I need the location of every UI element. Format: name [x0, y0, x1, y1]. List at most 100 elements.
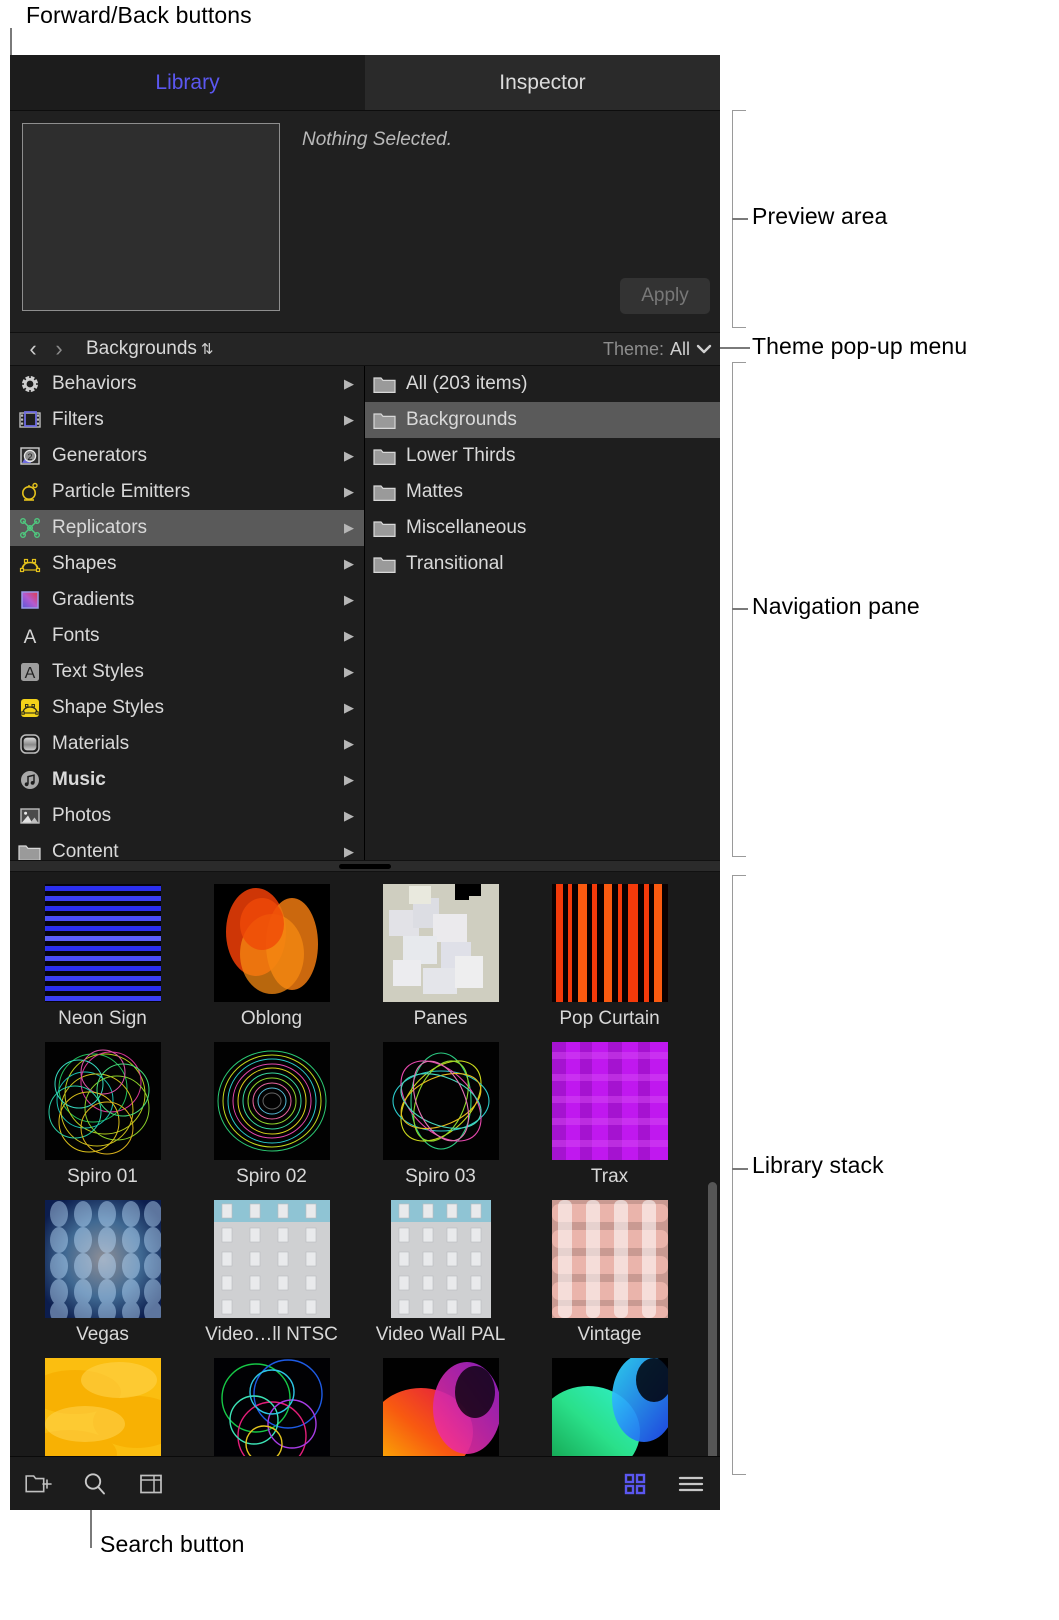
- gear-icon: [18, 372, 42, 396]
- gradient-swatch-icon: [18, 588, 42, 612]
- disclosure-arrow-icon: ▶: [344, 412, 354, 427]
- sidebar-item-shapes[interactable]: Shapes ▶: [10, 546, 364, 582]
- folder-row-lower-thirds[interactable]: Lower Thirds: [365, 438, 720, 474]
- svg-text:2: 2: [27, 452, 32, 462]
- theme-menu-value: All: [669, 338, 690, 359]
- sidebar-item-label: Gradients: [52, 589, 135, 610]
- library-item[interactable]: [187, 1354, 356, 1472]
- thumbnail-vintage: [551, 1200, 668, 1318]
- sidebar-item-music[interactable]: Music ▶: [10, 762, 364, 798]
- library-stack-grid: Neon Sign Oblong Panes Pop Curtain Spiro…: [10, 880, 702, 1472]
- particle-emitter-icon: [18, 480, 42, 504]
- back-button[interactable]: ‹: [20, 338, 46, 360]
- bottom-toolbar: [10, 1456, 720, 1510]
- sidebar-item-label: Materials: [52, 733, 130, 754]
- folder-row-transitional[interactable]: Transitional: [365, 546, 720, 582]
- disclosure-arrow-icon: ▶: [344, 628, 354, 643]
- theme-popup-menu[interactable]: Theme: All: [603, 339, 712, 360]
- thumbnail-rainbow-spiro: [213, 1358, 330, 1472]
- library-stack: Neon Sign Oblong Panes Pop Curtain Spiro…: [10, 872, 720, 1472]
- text-style-icon: A: [18, 660, 42, 684]
- grid-view-icon[interactable]: [620, 1469, 650, 1499]
- panel-tabs: Library Inspector: [10, 55, 720, 110]
- apply-button[interactable]: Apply: [620, 278, 710, 314]
- disclosure-arrow-icon: ▶: [344, 808, 354, 823]
- folder-row-backgrounds[interactable]: Backgrounds: [365, 402, 720, 438]
- sidebar-item-shape-styles[interactable]: Shape Styles ▶: [10, 690, 364, 726]
- library-item[interactable]: Vintage: [525, 1196, 694, 1354]
- library-item[interactable]: [356, 1354, 525, 1472]
- preview-status-text: Nothing Selected.: [302, 129, 452, 150]
- annotation-navpane-bracket: [732, 362, 746, 857]
- folder-icon: [373, 411, 397, 430]
- tab-inspector-label: Inspector: [499, 70, 586, 94]
- generator-icon: 2: [18, 444, 42, 468]
- updown-chevron-icon: ⇅: [200, 341, 214, 358]
- sidebar-item-particle-emitters[interactable]: Particle Emitters ▶: [10, 474, 364, 510]
- list-view-icon[interactable]: [676, 1469, 706, 1499]
- library-item[interactable]: [525, 1354, 694, 1472]
- category-sidebar[interactable]: Behaviors ▶ Filters ▶ 2 Generators ▶ Par…: [10, 366, 365, 860]
- sidebar-item-filters[interactable]: Filters ▶: [10, 402, 364, 438]
- library-stack-scrollbar[interactable]: [708, 1182, 717, 1462]
- sidebar-item-materials[interactable]: Materials ▶: [10, 726, 364, 762]
- path-popup-button[interactable]: Backgrounds ⇅: [86, 338, 213, 360]
- chevron-down-icon: [696, 344, 712, 355]
- disclosure-arrow-icon: ▶: [344, 844, 354, 859]
- library-item[interactable]: Pop Curtain: [525, 880, 694, 1038]
- library-item-label: Panes: [413, 1008, 468, 1029]
- sidebar-item-label: Generators: [52, 445, 148, 466]
- search-icon[interactable]: [80, 1469, 110, 1499]
- sidebar-item-label: Filters: [52, 409, 104, 430]
- library-item[interactable]: Video Wall PAL: [356, 1196, 525, 1354]
- sidebar-item-gradients[interactable]: Gradients ▶: [10, 582, 364, 618]
- sidebar-item-photos[interactable]: Photos ▶: [10, 798, 364, 834]
- thumbnail-neon-sign: [44, 884, 161, 1002]
- sidebar-item-behaviors[interactable]: Behaviors ▶: [10, 366, 364, 402]
- sidebar-item-replicators[interactable]: Replicators ▶: [10, 510, 364, 546]
- music-note-icon: [18, 768, 42, 792]
- sidebar-item-content[interactable]: Content ▶: [10, 834, 364, 860]
- sidebar-item-text-styles[interactable]: A Text Styles ▶: [10, 654, 364, 690]
- panel-toggle-icon[interactable]: [136, 1469, 166, 1499]
- annotation-forward-back-label: Forward/Back buttons: [26, 2, 252, 28]
- library-item[interactable]: Neon Sign: [18, 880, 187, 1038]
- sidebar-item-generators[interactable]: 2 Generators ▶: [10, 438, 364, 474]
- library-item[interactable]: [18, 1354, 187, 1472]
- library-item[interactable]: Video…ll NTSC: [187, 1196, 356, 1354]
- folder-row-mattes[interactable]: Mattes: [365, 474, 720, 510]
- folder-list[interactable]: All (203 items) Backgrounds Lower Thirds: [365, 366, 720, 860]
- library-item-label: Pop Curtain: [559, 1008, 660, 1029]
- shape-curve-icon: [18, 552, 42, 576]
- annotation-preview-tick: [732, 218, 748, 220]
- library-item[interactable]: Spiro 02: [187, 1038, 356, 1196]
- annotation-librarystack-label: Library stack: [752, 1152, 884, 1178]
- disclosure-arrow-icon: ▶: [344, 520, 354, 535]
- library-item[interactable]: Vegas: [18, 1196, 187, 1354]
- annotation-navpane-tick: [732, 608, 748, 610]
- thumbnail-spiro01: [44, 1042, 161, 1160]
- thumbnail-green-spiro: [551, 1358, 668, 1472]
- tab-inspector[interactable]: Inspector: [365, 55, 720, 110]
- folder-row-miscellaneous[interactable]: Miscellaneous: [365, 510, 720, 546]
- library-item[interactable]: Panes: [356, 880, 525, 1038]
- library-item[interactable]: Trax: [525, 1038, 694, 1196]
- forward-button[interactable]: ›: [46, 338, 72, 360]
- thumbnail-pop-curtain: [551, 884, 668, 1002]
- disclosure-arrow-icon: ▶: [344, 664, 354, 679]
- pane-resize-handle[interactable]: [10, 860, 720, 872]
- tab-library[interactable]: Library: [10, 55, 365, 110]
- library-item-label: Neon Sign: [58, 1008, 147, 1029]
- folder-icon: [373, 447, 397, 466]
- folder-row-label: Backgrounds: [406, 409, 517, 430]
- path-bar: ‹ › Backgrounds ⇅ Theme: All: [10, 332, 720, 366]
- disclosure-arrow-icon: ▶: [344, 376, 354, 391]
- library-item[interactable]: Spiro 01: [18, 1038, 187, 1196]
- folder-row-all[interactable]: All (203 items): [365, 366, 720, 402]
- library-item[interactable]: Oblong: [187, 880, 356, 1038]
- sidebar-item-label: Fonts: [52, 625, 100, 646]
- sidebar-item-fonts[interactable]: A Fonts ▶: [10, 618, 364, 654]
- resize-grip-pill: [339, 863, 391, 869]
- library-item[interactable]: Spiro 03: [356, 1038, 525, 1196]
- new-folder-icon[interactable]: [24, 1469, 54, 1499]
